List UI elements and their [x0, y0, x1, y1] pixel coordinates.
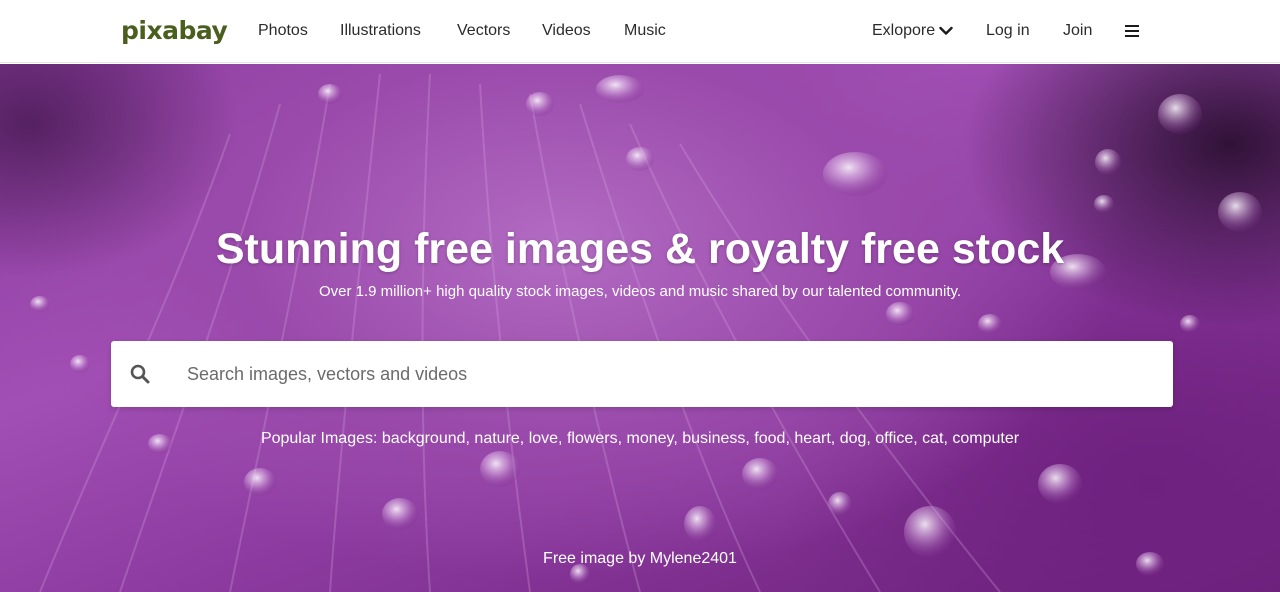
popular-tag-background[interactable]: background — [382, 430, 466, 447]
popular-tag-computer[interactable]: computer — [952, 430, 1019, 447]
login-link[interactable]: Log in — [986, 21, 1030, 41]
hero-title: Stunning free images & royalty free stoc… — [215, 225, 1065, 273]
flower-petal-background — [30, 73, 1262, 592]
nav-illustrations[interactable]: Illustrations — [340, 21, 421, 41]
explore-dropdown[interactable]: Exlopore — [872, 21, 953, 41]
popular-tag-nature[interactable]: nature — [474, 430, 519, 447]
popular-tag-money[interactable]: money — [627, 430, 674, 447]
explore-label: Exlopore — [872, 22, 936, 39]
pixabay-logo[interactable]: pixabay — [121, 16, 228, 46]
nav-music[interactable]: Music — [624, 21, 666, 41]
popular-tag-business[interactable]: business — [682, 430, 745, 447]
popular-tag-heart[interactable]: heart — [794, 430, 830, 447]
chevron-down-icon — [939, 26, 953, 35]
search-bar — [111, 341, 1173, 407]
popular-tag-cat[interactable]: cat — [922, 430, 943, 447]
popular-images: Popular Images: background, nature, love… — [260, 430, 1020, 447]
image-credit: Free image by Mylene2401 — [0, 548, 1280, 570]
search-input[interactable] — [187, 341, 1147, 407]
popular-tag-dog[interactable]: dog — [840, 430, 867, 447]
nav-photos[interactable]: Photos — [258, 21, 308, 41]
search-icon[interactable] — [130, 364, 150, 384]
nav-videos[interactable]: Videos — [542, 21, 591, 41]
image-credit-author[interactable]: Mylene2401 — [650, 550, 737, 567]
hamburger-menu-icon[interactable] — [1125, 24, 1139, 38]
nav-vectors[interactable]: Vectors — [457, 21, 510, 41]
top-navigation-bar: pixabay Photos Illustrations Vectors Vid… — [0, 0, 1280, 63]
popular-tag-love[interactable]: love — [529, 430, 558, 447]
join-link[interactable]: Join — [1063, 21, 1092, 41]
popular-images-label: Popular Images: — [260, 430, 378, 447]
popular-tag-food[interactable]: food — [754, 430, 785, 447]
hero-banner: Stunning free images & royalty free stoc… — [0, 64, 1280, 592]
popular-tag-flowers[interactable]: flowers — [567, 430, 618, 447]
popular-tag-office[interactable]: office — [875, 430, 913, 447]
image-credit-prefix: Free image by — [543, 550, 646, 567]
hero-subtitle: Over 1.9 million+ high quality stock ima… — [318, 283, 962, 300]
